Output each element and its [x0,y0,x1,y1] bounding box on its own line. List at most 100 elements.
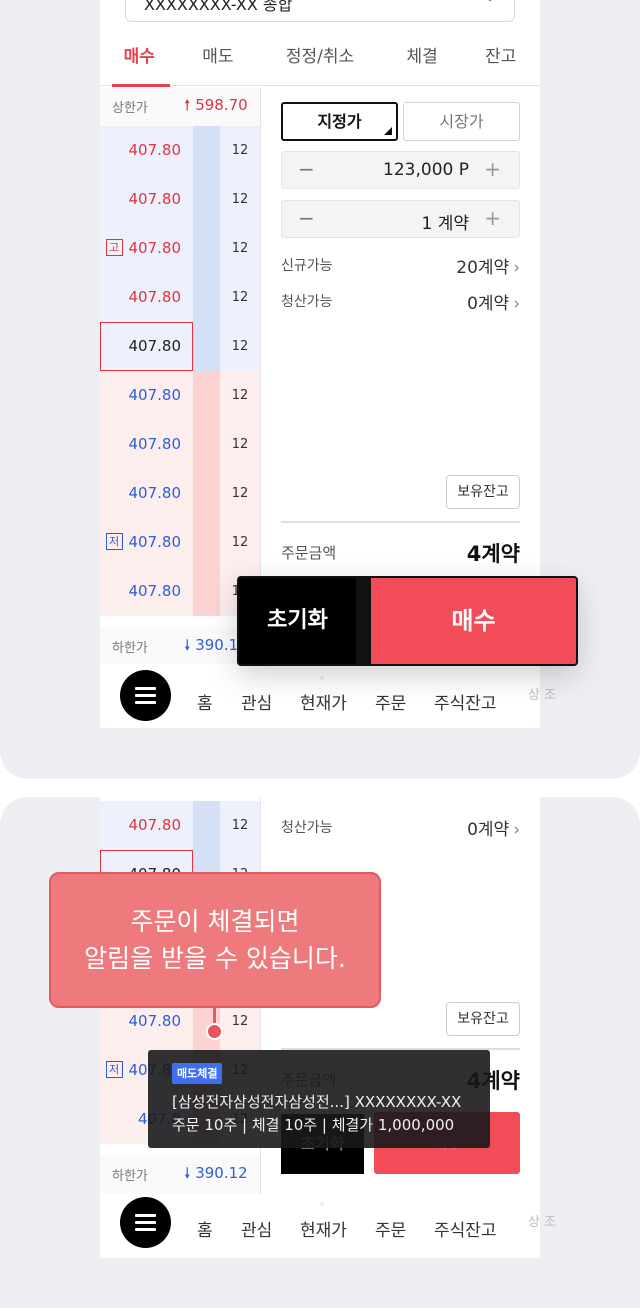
order-amount-label: 주문금액 [281,544,337,562]
chevron-right-icon: › [513,820,520,840]
chevron-down-icon: ⌄ [484,0,496,5]
tab-modify-cancel[interactable]: 정정/취소 [257,40,383,85]
lower-limit-row: 하한가 🠗 390.12 [100,1155,260,1195]
orderbook-price: 407.80 [128,435,182,453]
holdings-button[interactable]: 보유잔고 [446,475,520,509]
orderbook-qty: 12 [220,126,260,175]
tooltip-anchor-dot [206,1023,223,1040]
tab-sell[interactable]: 매도 [179,40,258,85]
nav-order[interactable]: 주문 [375,1216,406,1241]
orderbook-price: 407.80 [128,190,182,208]
orderbook-row[interactable]: 407.8012 [100,371,260,420]
orderbook-qty: 12 [220,371,260,420]
tooltip-line-2: 알림을 받을 수 있습니다. [84,944,346,973]
limit-order-label: 지정가 [317,112,362,131]
quantity-stepper[interactable]: − 1 계약 + [281,200,520,238]
nav-more[interactable]: 상 조 [528,684,558,703]
nav-home[interactable]: 홈 [197,1216,213,1241]
volume-bar [193,322,220,371]
page-indicator [320,1202,324,1206]
orderbook-row[interactable]: 407.8012 [100,469,260,518]
toast-line-1: [삼성전자삼성전자삼성전...] XXXXXXXX-XX [172,1093,462,1111]
volume-bar [193,126,220,175]
minus-icon[interactable]: − [298,206,315,230]
reset-button[interactable]: 초기화 [239,578,356,664]
tab-balance[interactable]: 잔고 [461,40,540,85]
price-value: 123,000 P [383,160,469,180]
divider [281,521,520,523]
lower-limit-value: 390.12 [195,1164,248,1182]
new-available-row[interactable]: 신규가능 20계약 › [281,255,520,279]
menu-button[interactable] [120,1197,171,1248]
low-marker-icon: 저 [105,533,123,550]
nav-watchlist[interactable]: 관심 [241,1216,272,1241]
orderbook-row[interactable]: 저 407.80 12 [100,518,260,567]
account-label: XXXXXXXX-XX 종합 [144,0,293,14]
close-available-value: 0계약 [467,820,510,840]
tooltip-line-1: 주문이 체결되면 [130,907,300,936]
upper-limit-row: 상한가 🠕 598.70 [100,87,260,127]
lower-limit-value: 390.1 [195,636,239,654]
nav-order[interactable]: 주문 [375,689,406,714]
order-amount-value: 4계약 [466,542,520,566]
screen-card-order: XXXXXXXX-XX 종합 ⌄ 매수 매도 정정/취소 체결 잔고 상한가 🠕… [0,0,640,779]
execution-toast[interactable]: 매도체결 [삼성전자삼성전자삼성전...] XXXXXXXX-XX 주문 10주… [148,1050,490,1148]
lower-limit-row: 하한가 🠗 390.1 [100,627,260,667]
close-available-row[interactable]: 청산가능 0계약 › [281,291,520,315]
orderbook-price: 407.80 [128,484,182,502]
holdings-button[interactable]: 보유잔고 [446,1002,520,1036]
volume-bar [193,801,220,850]
order-screen-scrolled: 407.8012407.8012407.8012407.8012407.8012… [100,797,556,1258]
orderbook-price: 407.80 [128,582,182,600]
orderbook-row[interactable]: 407.8012 [100,273,260,322]
nav-more[interactable]: 상 조 [528,1211,558,1230]
orderbook-row[interactable]: 407.8012 [100,420,260,469]
lower-limit-label: 하한가 [112,1169,148,1184]
limit-order-button[interactable]: 지정가 [281,102,398,141]
order-amount-row: 주문금액 4계약 [281,542,520,572]
orderbook-price: 407.80 [128,533,182,551]
arrow-down-icon: 🠗 [184,636,191,654]
arrow-down-icon: 🠗 [184,1164,191,1182]
nav-stock-balance[interactable]: 주식잔고 [434,689,497,714]
orderbook-row[interactable]: 407.80 12 [100,175,260,224]
bottom-nav: 홈 관심 현재가 주문 주식잔고 상 조 [100,664,556,728]
minus-icon[interactable]: − [298,157,315,181]
price-stepper[interactable]: − 123,000 P + [281,151,520,189]
orderbook-price: 407.80 [128,141,182,159]
buy-button[interactable]: 매수 [371,578,576,664]
nav-quote[interactable]: 현재가 [300,689,347,714]
orderbook-qty: 12 [220,273,260,322]
market-order-button[interactable]: 시장가 [403,102,520,141]
volume-bar [193,175,220,224]
volume-bar [193,371,220,420]
orderbook-qty: 12 [220,175,260,224]
menu-button[interactable] [120,670,171,721]
plus-icon[interactable]: + [484,157,501,181]
account-select[interactable]: XXXXXXXX-XX 종합 ⌄ [125,0,515,22]
orderbook-qty: 12 [220,224,260,273]
orderbook-row[interactable]: 407.80 12 [100,126,260,175]
tab-executions[interactable]: 체결 [383,40,462,85]
high-marker-icon: 고 [105,239,123,256]
orderbook-row[interactable]: 고 407.80 12 [100,224,260,273]
orderbook-qty: 12 [220,801,260,850]
screen-card-notification: 407.8012407.8012407.8012407.8012407.8012… [0,797,640,1308]
lower-limit-label: 하한가 [112,641,148,656]
volume-bar [193,420,220,469]
chevron-right-icon: › [513,294,520,314]
nav-home[interactable]: 홈 [197,689,213,714]
volume-bar [193,224,220,273]
tab-buy[interactable]: 매수 [100,40,179,85]
notification-tooltip: 주문이 체결되면 알림을 받을 수 있습니다. [49,872,381,1008]
orderbook-row[interactable]: 407.8012 [100,801,260,850]
orderbook-row[interactable]: 407.8012 [100,567,260,616]
close-available-row[interactable]: 청산가능 0계약 › [281,817,520,841]
plus-icon[interactable]: + [484,206,501,230]
dropdown-corner-icon [384,127,392,135]
nav-quote[interactable]: 현재가 [300,1216,347,1241]
nav-stock-balance[interactable]: 주식잔고 [434,1216,497,1241]
low-marker-icon: 저 [105,1061,123,1078]
close-available-label: 청산가능 [281,820,333,836]
nav-watchlist[interactable]: 관심 [241,689,272,714]
